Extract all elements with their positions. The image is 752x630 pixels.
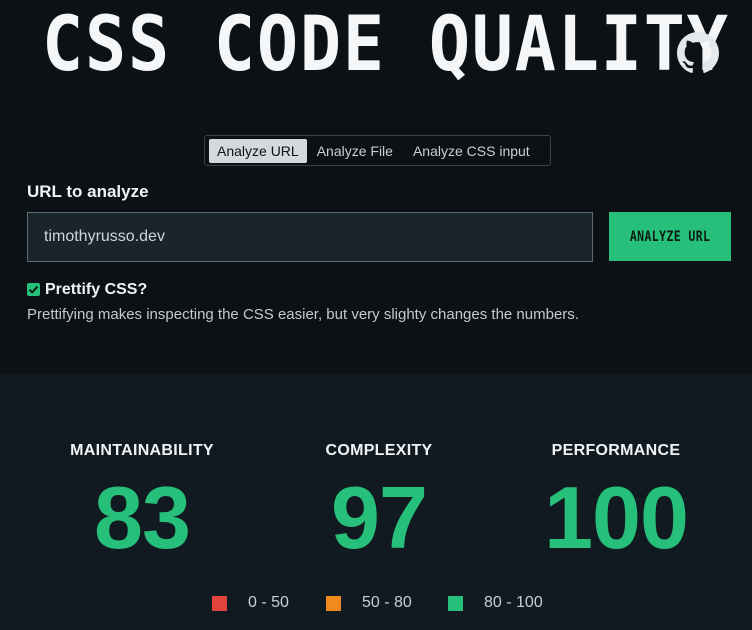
legend-item-low: 0 - 50 — [212, 594, 289, 612]
metric-value: 97 — [331, 468, 428, 567]
prettify-label: Prettify CSS? — [45, 281, 148, 298]
legend-swatch — [448, 595, 463, 611]
metric-complexity: COMPLEXITY 97 — [259, 442, 499, 562]
url-label: URL to analyze — [27, 182, 149, 201]
legend-range: 50 - 80 — [362, 594, 412, 611]
page-title: CSS CODE QUALITY — [42, 0, 730, 88]
prettify-hint: Prettifying makes inspecting the CSS eas… — [27, 306, 579, 323]
legend-range: 0 - 50 — [248, 594, 289, 611]
legend-swatch — [326, 595, 341, 611]
tab-analyze-css-input[interactable]: Analyze CSS input — [403, 139, 540, 163]
mode-tabs: Analyze URL Analyze File Analyze CSS inp… — [204, 135, 551, 166]
legend-item-high: 80 - 100 — [448, 594, 543, 612]
metric-label: MAINTAINABILITY — [70, 442, 214, 459]
analyze-url-button[interactable]: ANALYZE URL — [609, 212, 731, 261]
metric-label: COMPLEXITY — [325, 442, 433, 459]
metric-value: 83 — [94, 468, 191, 567]
tab-analyze-url[interactable]: Analyze URL — [209, 138, 307, 163]
metric-performance: PERFORMANCE 100 — [496, 442, 736, 562]
prettify-checkbox[interactable] — [27, 283, 40, 296]
legend-range: 80 - 100 — [484, 594, 543, 611]
tab-analyze-file[interactable]: Analyze File — [307, 139, 403, 163]
checkmark-icon — [28, 285, 39, 294]
legend-item-mid: 50 - 80 — [326, 594, 412, 612]
github-icon[interactable] — [677, 32, 719, 74]
url-input[interactable] — [27, 212, 593, 262]
legend-swatch — [212, 595, 227, 611]
analyze-url-button-label: ANALYZE URL — [629, 228, 711, 245]
metric-label: PERFORMANCE — [551, 442, 681, 459]
metric-maintainability: MAINTAINABILITY 83 — [22, 442, 262, 562]
metric-value: 100 — [544, 468, 689, 567]
